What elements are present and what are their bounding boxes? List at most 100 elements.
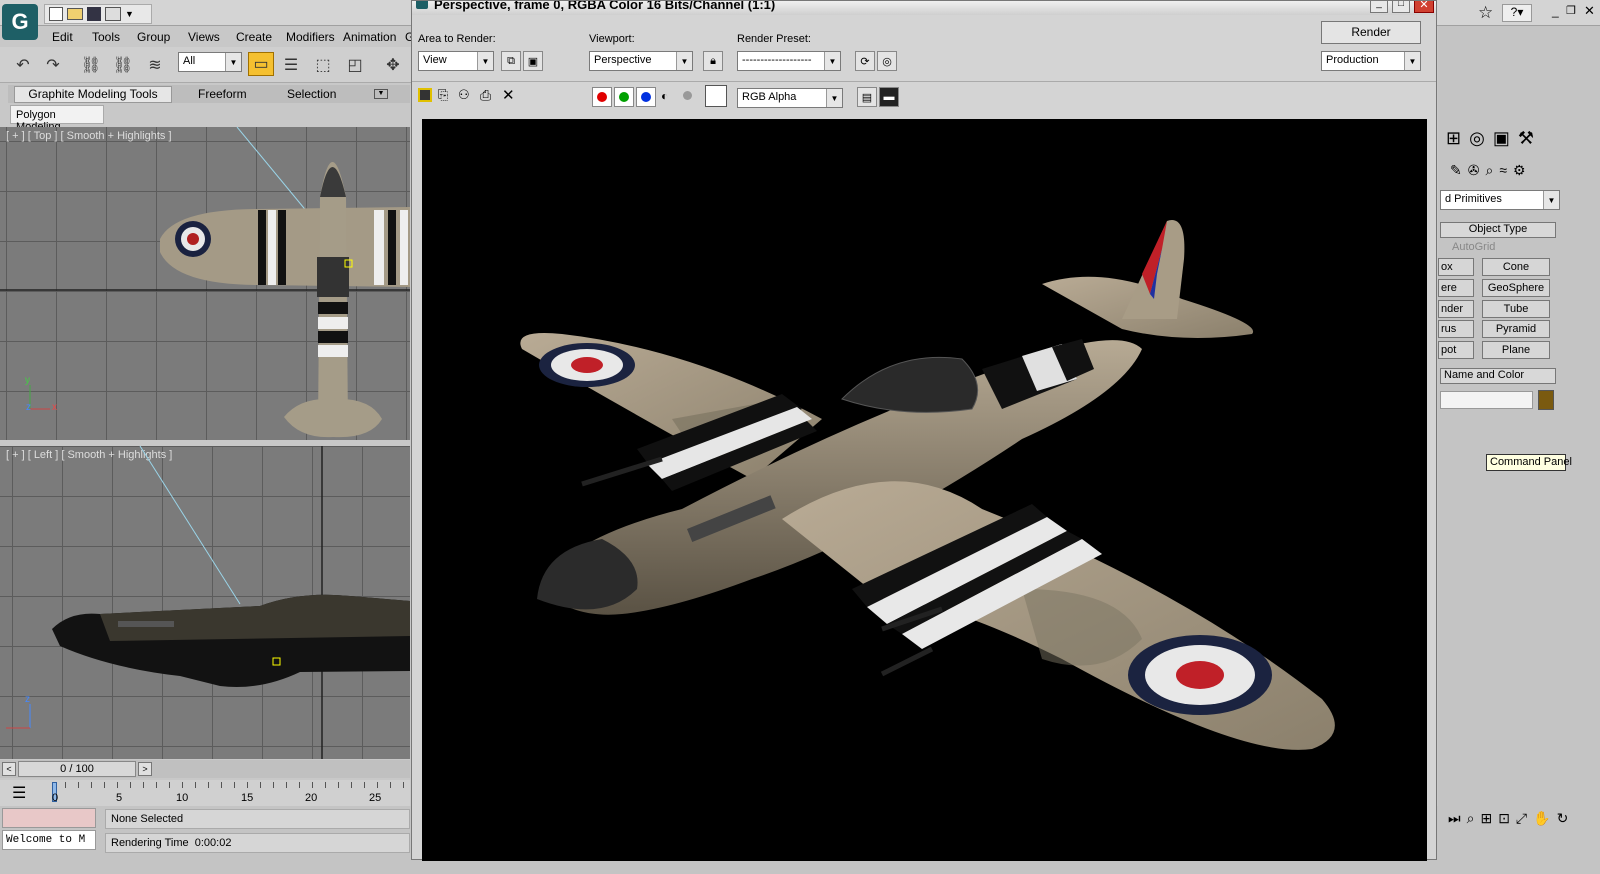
object-type-rollout[interactable]: Object Type [1440, 222, 1556, 238]
rectangular-selection-icon[interactable]: ⬚ [310, 53, 336, 77]
clone-window-icon[interactable]: ⚇ [458, 87, 470, 103]
unlink-icon[interactable]: ⛓ [110, 53, 136, 77]
spacewarps-icon[interactable]: ≈ [1499, 162, 1507, 184]
open-file-icon[interactable] [67, 8, 83, 20]
copy-image-icon[interactable]: ⎘ [438, 87, 448, 103]
welcome-prompt[interactable]: Welcome to M [2, 830, 96, 850]
viewport-top[interactable]: [ + ] [ Top ] [ Smooth + Highlights ] y … [0, 127, 410, 440]
green-channel-toggle[interactable] [614, 87, 634, 107]
ribbon-options-icon[interactable]: ▼ [374, 89, 388, 99]
viewport-dropdown[interactable]: Perspective ▼ [589, 51, 693, 71]
render-minimize-button[interactable]: _ [1370, 1, 1388, 13]
cone-button[interactable]: Cone [1482, 258, 1550, 276]
menu-views[interactable]: Views [188, 30, 220, 44]
name-and-color-rollout[interactable]: Name and Color [1440, 368, 1556, 384]
primitive-category-dropdown[interactable]: d Primitives ▼ [1440, 190, 1560, 210]
save-image-icon[interactable] [418, 88, 432, 102]
production-mode-dropdown[interactable]: Production ▼ [1321, 51, 1421, 71]
time-next-button[interactable]: > [138, 762, 152, 776]
hierarchy-icon[interactable]: ⊞ [1446, 128, 1461, 156]
redo-icon[interactable]: ↷ [40, 53, 66, 77]
viewport-left[interactable]: [ + ] [ Left ] [ Smooth + Highlights ] z [0, 446, 410, 759]
geosphere-button[interactable]: GeoSphere [1482, 279, 1550, 297]
ribbon-subtab-polygon-modeling[interactable]: Polygon Modeling [10, 105, 104, 133]
menu-create[interactable]: Create [236, 30, 272, 44]
save-file-icon[interactable] [87, 7, 101, 21]
object-name-field[interactable] [1440, 391, 1533, 409]
zoom-icon[interactable]: ⌕ [1467, 810, 1475, 852]
tube-button[interactable]: Tube [1482, 300, 1550, 318]
pan-icon[interactable]: ✋ [1533, 810, 1550, 852]
plane-button[interactable]: Plane [1482, 341, 1550, 359]
box-button[interactable]: ox [1438, 258, 1474, 276]
curve-editor-icon[interactable]: ☰ [12, 783, 26, 803]
render-window-titlebar[interactable]: Perspective, frame 0, RGBA Color 16 Bits… [412, 1, 1436, 15]
menu-edit[interactable]: Edit [52, 30, 73, 44]
orbit-icon[interactable]: ↻ [1557, 810, 1569, 852]
time-slider[interactable]: 0 / 100 [18, 761, 136, 777]
zoom-all-icon[interactable]: ⊞ [1480, 810, 1492, 852]
ribbon-tab-graphite[interactable]: Graphite Modeling Tools [14, 86, 172, 103]
red-channel-toggle[interactable] [592, 87, 612, 107]
favorites-star-icon[interactable]: ☆ [1478, 3, 1493, 23]
menu-animation[interactable]: Animation [343, 30, 396, 44]
time-prev-button[interactable]: < [2, 762, 16, 776]
helpers-icon[interactable]: ⌕ [1485, 162, 1493, 184]
monochrome-icon[interactable] [683, 91, 692, 100]
render-maximize-button[interactable]: □ [1392, 1, 1410, 13]
auto-region-icon[interactable]: ▣ [523, 51, 543, 71]
lights-icon[interactable]: ✎ [1450, 162, 1462, 184]
zoom-extents-icon[interactable]: ⊡ [1498, 810, 1510, 852]
select-object-icon[interactable]: ▭ [248, 52, 274, 76]
teapot-button[interactable]: pot [1438, 341, 1474, 359]
toggle-ui-overlay-icon[interactable]: ▤ [857, 87, 877, 107]
clear-image-icon[interactable]: ✕ [502, 86, 515, 104]
cylinder-button[interactable]: nder [1438, 300, 1474, 318]
alpha-channel-icon[interactable]: ◐ [661, 89, 668, 103]
ribbon-tab-freeform[interactable]: Freeform [198, 87, 247, 101]
new-file-icon[interactable] [49, 7, 63, 21]
pyramid-button[interactable]: Pyramid [1482, 320, 1550, 338]
blue-channel-toggle[interactable] [636, 87, 656, 107]
display-channel-dropdown[interactable]: RGB Alpha ▼ [737, 88, 843, 108]
render-setup-icon[interactable]: ⟳ [855, 51, 875, 71]
help-icon[interactable]: ?▾ [1502, 4, 1532, 22]
torus-button[interactable]: rus [1438, 320, 1474, 338]
cameras-icon[interactable]: ✇ [1468, 162, 1480, 184]
menu-modifiers[interactable]: Modifiers [286, 30, 335, 44]
menu-group[interactable]: Group [137, 30, 170, 44]
maxscript-listener-mini[interactable] [2, 808, 96, 828]
render-close-button[interactable]: ✕ [1414, 1, 1434, 13]
select-by-name-icon[interactable]: ☰ [278, 53, 304, 77]
edit-region-icon[interactable]: ⧉ [501, 51, 521, 71]
print-image-icon[interactable]: ⎙ [480, 87, 491, 104]
app-logo-icon[interactable]: G [2, 4, 38, 40]
move-icon[interactable]: ✥ [380, 53, 406, 77]
project-folder-icon[interactable] [105, 7, 121, 21]
motion-icon[interactable]: ◎ [1469, 128, 1485, 156]
area-to-render-dropdown[interactable]: View ▼ [418, 51, 494, 71]
app-close-button[interactable]: ✕ [1584, 3, 1595, 19]
display-icon[interactable]: ▣ [1493, 128, 1510, 156]
toggle-ui-icon[interactable]: ▬ [879, 87, 899, 107]
lock-viewport-icon[interactable]: 🔒︎ [703, 51, 723, 71]
ribbon-tab-selection[interactable]: Selection [287, 87, 336, 101]
systems-icon[interactable]: ⚙ [1513, 162, 1526, 184]
render-preset-dropdown[interactable]: ------------------- ▼ [737, 51, 841, 71]
maximize-viewport-icon[interactable]: ⤢ [1516, 810, 1527, 852]
app-restore-button[interactable]: ❐ [1566, 4, 1576, 17]
render-frame-window[interactable]: Perspective, frame 0, RGBA Color 16 Bits… [411, 0, 1437, 861]
quick-access-dropdown-icon[interactable]: ▼ [125, 9, 134, 19]
select-and-link-icon[interactable]: ⛓ [78, 53, 104, 77]
render-button[interactable]: Render [1321, 21, 1421, 44]
background-color-swatch[interactable] [705, 85, 727, 107]
go-to-end-icon[interactable]: ⏭ [1448, 810, 1461, 852]
window-crossing-icon[interactable]: ◰ [342, 53, 368, 77]
undo-icon[interactable]: ↶ [10, 53, 36, 77]
menu-tools[interactable]: Tools [92, 30, 120, 44]
object-color-swatch[interactable] [1538, 390, 1554, 410]
selection-filter-dropdown[interactable]: All ▼ [178, 52, 242, 72]
sphere-button[interactable]: ere [1438, 279, 1474, 297]
autogrid-checkbox[interactable]: AutoGrid [1452, 241, 1495, 253]
environment-effects-icon[interactable]: ◎ [877, 51, 897, 71]
